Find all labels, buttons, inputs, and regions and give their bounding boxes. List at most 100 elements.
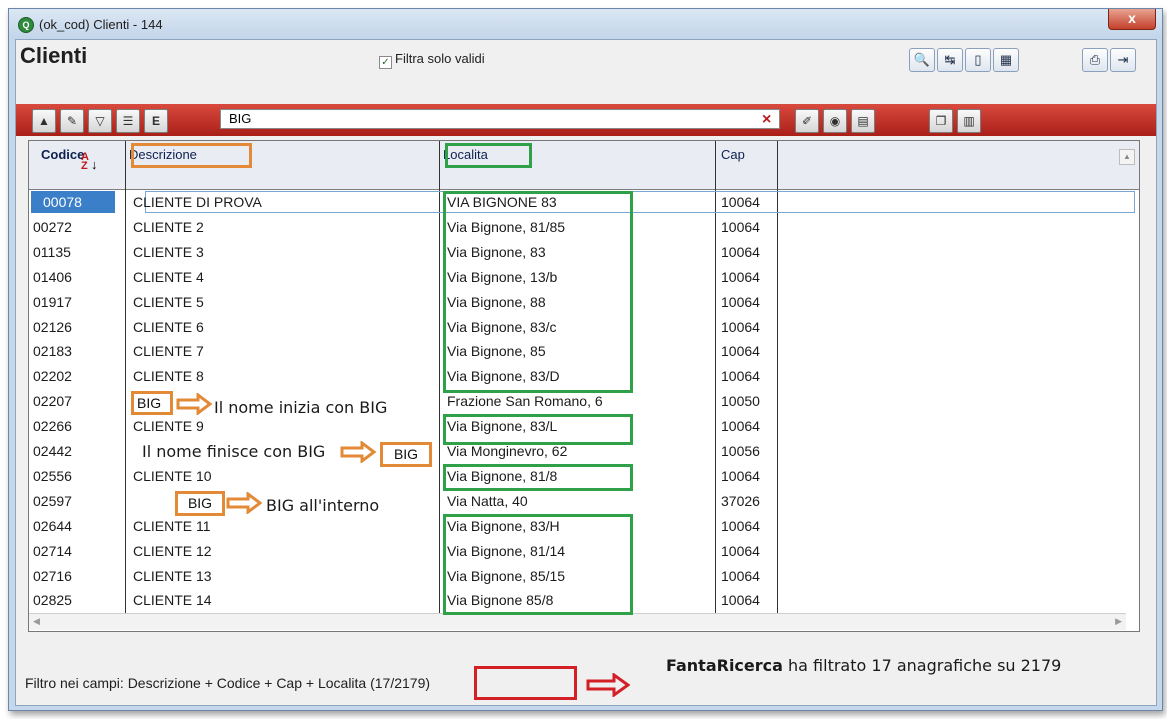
checkbox-checked-icon[interactable]: ✓ xyxy=(379,56,392,69)
cell-descrizione: CLIENTE 3 xyxy=(133,243,204,260)
scroll-right-icon[interactable]: ▶ xyxy=(1115,616,1122,627)
column-header-codice[interactable]: Codice xyxy=(41,147,84,162)
fantaricerca-note: FantaRicerca ha filtrato 17 anagrafiche … xyxy=(666,656,1061,675)
right-arrow-icon xyxy=(226,492,262,514)
cell-codice: 02597 xyxy=(33,492,72,509)
cell-descrizione: CLIENTE 13 xyxy=(133,567,212,584)
cell-cap: 37026 xyxy=(721,492,760,509)
status-filter-text: Filtro nei campi: Descrizione + Codice +… xyxy=(25,675,430,691)
cell-codice: 02183 xyxy=(33,343,72,360)
cell-cap: 10064 xyxy=(721,368,760,385)
exit-button[interactable]: ⇥ xyxy=(1110,48,1136,72)
cell-codice: 02714 xyxy=(33,542,72,559)
export-button[interactable]: E xyxy=(144,109,168,133)
cell-descrizione: CLIENTE 6 xyxy=(133,318,204,335)
search-input[interactable] xyxy=(220,109,780,129)
cell-descrizione: CLIENTE 8 xyxy=(133,368,204,385)
cell-cap: 10064 xyxy=(721,343,760,360)
cell-codice: 02442 xyxy=(33,443,72,459)
list-button[interactable]: ☰ xyxy=(116,109,140,133)
annotation-ends-with: Il nome finisce con BIG xyxy=(142,442,326,461)
search-toolbar: ▲ ✎ ▽ ☰ E × ✐ ◉ ▤ ❐ ▥ xyxy=(16,104,1156,136)
cell-descrizione: CLIENTE 14 xyxy=(133,592,212,609)
cell-descrizione: CLIENTE 4 xyxy=(133,268,204,285)
clear-search-button[interactable]: × xyxy=(762,109,771,131)
window-button[interactable]: ❐ xyxy=(929,109,953,133)
refresh-button[interactable]: ↹ xyxy=(937,48,963,72)
cell-codice: 02266 xyxy=(33,418,72,435)
cell-cap: 10056 xyxy=(721,443,760,459)
cell-descrizione: CLIENTE 5 xyxy=(133,293,204,310)
cell-cap: 10064 xyxy=(721,418,760,435)
search-button[interactable]: 🔍 xyxy=(909,48,935,72)
cell-codice: 00272 xyxy=(33,218,72,235)
cell-descrizione: CLIENTE 2 xyxy=(133,218,204,235)
funnel-button[interactable]: ▽ xyxy=(88,109,112,133)
wand-button[interactable]: ✐ xyxy=(795,109,819,133)
cell-cap: 10064 xyxy=(721,517,760,534)
cell-descrizione: CLIENTE DI PROVA xyxy=(133,194,262,210)
cell-cap: 10064 xyxy=(721,218,760,235)
scroll-left-icon[interactable]: ◀ xyxy=(33,616,40,627)
edit-filter-button[interactable]: ✎ xyxy=(60,109,84,133)
cell-codice: 02202 xyxy=(33,368,72,385)
bignone-row-highlight xyxy=(443,464,633,491)
big-contains-box: BIG xyxy=(175,491,225,516)
header-row: Clienti ✓ Filtra solo validi 🔍 ↹ ▯ ▦ ⎙ ⇥ xyxy=(16,40,1156,80)
cell-codice: 02825 xyxy=(33,592,72,609)
cell-cap: 10064 xyxy=(721,293,760,310)
right-arrow-icon xyxy=(340,441,376,463)
right-arrow-icon xyxy=(586,673,630,697)
big-starts-box: BIG xyxy=(131,391,173,415)
cell-cap: 10050 xyxy=(721,393,760,410)
count-highlight xyxy=(474,666,577,700)
doc-button[interactable]: ▥ xyxy=(957,109,981,133)
horizontal-scrollbar[interactable]: ◀ ▶ xyxy=(29,613,1126,630)
cell-codice: 01917 xyxy=(33,293,72,310)
cell-cap: 10064 xyxy=(721,268,760,285)
column-header-cap[interactable]: Cap xyxy=(721,147,745,162)
cell-cap: 10064 xyxy=(721,592,760,609)
cell-codice: 02644 xyxy=(33,517,72,534)
cell-cap: 10064 xyxy=(721,194,760,210)
settings-button[interactable]: ◉ xyxy=(823,109,847,133)
new-document-button[interactable]: ▯ xyxy=(965,48,991,72)
close-button[interactable]: x xyxy=(1108,9,1156,30)
cell-codice: 02556 xyxy=(33,467,72,484)
cell-localita: Via Natta, 40 xyxy=(447,492,528,509)
column-divider xyxy=(439,141,440,189)
cell-descrizione: CLIENTE 11 xyxy=(133,517,211,534)
form-view-button[interactable]: ▦ xyxy=(993,48,1019,72)
bignone-row-highlight xyxy=(443,414,633,445)
title-bar: Q (ok_cod) Clienti - 144 x xyxy=(9,9,1162,39)
bignone-group-highlight xyxy=(443,191,633,393)
up-arrow-button[interactable]: ▲ xyxy=(32,109,56,133)
localita-highlight xyxy=(445,143,532,168)
cell-descrizione: CLIENTE 10 xyxy=(133,467,212,484)
cell-descrizione: CLIENTE 7 xyxy=(133,343,204,360)
app-window: Q (ok_cod) Clienti - 144 x Clienti ✓ Filt… xyxy=(8,8,1163,711)
filter-valid-checkbox[interactable]: ✓ Filtra solo validi xyxy=(379,51,485,69)
status-count: (17/2179) xyxy=(370,675,431,691)
sort-arrow-icon: ↓ xyxy=(91,157,98,172)
status-fields: Filtro nei campi: Descrizione + Codice +… xyxy=(25,675,371,691)
status-bar: Filtro nei campi: Descrizione + Codice +… xyxy=(16,650,1156,704)
cell-localita: Via Monginevro, 62 xyxy=(447,443,568,459)
bignone-group-highlight xyxy=(443,514,633,615)
print-button[interactable]: ⎙ xyxy=(1082,48,1108,72)
note-button[interactable]: ▤ xyxy=(851,109,875,133)
window-title: (ok_cod) Clienti - 144 xyxy=(39,17,163,32)
cell-codice: 02207 xyxy=(33,393,72,410)
annotation-contains: BIG all'interno xyxy=(266,496,380,515)
big-ends-box: BIG xyxy=(380,442,432,467)
filter-label: Filtra solo validi xyxy=(395,51,485,66)
sort-az-icon[interactable]: AZ xyxy=(81,152,89,172)
cell-codice: 01135 xyxy=(33,243,71,260)
right-arrow-icon xyxy=(176,393,212,415)
scroll-up-icon[interactable]: ▲ xyxy=(1119,149,1135,165)
cell-cap: 10064 xyxy=(721,567,760,584)
cell-cap: 10064 xyxy=(721,243,760,260)
cell-descrizione: CLIENTE 12 xyxy=(133,542,212,559)
fantaricerca-text: ha filtrato 17 anagrafiche su 2179 xyxy=(782,656,1062,675)
app-logo-icon: Q xyxy=(18,17,34,33)
